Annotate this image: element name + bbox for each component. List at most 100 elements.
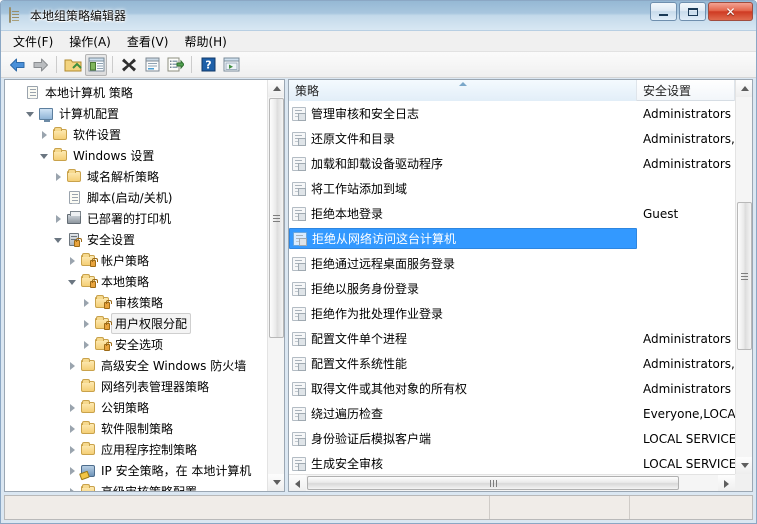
security-setting-cell: Administrators [643,381,732,396]
tree-item[interactable]: 本地策略 [5,271,267,292]
column-header-setting[interactable]: 安全设置 [637,80,735,101]
list-scroll-up-button[interactable] [736,80,752,97]
tree-item[interactable]: 审核策略 [5,292,267,313]
tree-item[interactable]: 域名解析策略 [5,166,267,187]
policy-row[interactable]: 生成安全审核 LOCAL SERVICE [289,451,735,474]
tree-item[interactable]: Windows 设置 [5,145,267,166]
tree-item[interactable]: 已部署的打印机 [5,208,267,229]
policy-list[interactable]: 管理审核和安全日志 Administrators 还原文件和目录 Administra… [289,101,735,474]
policy-row[interactable]: 管理审核和安全日志 Administrators [289,101,735,126]
list-vertical-scrollbar[interactable] [735,80,752,474]
tree-item[interactable]: 公钥策略 [5,397,267,418]
policy-row[interactable]: 身份验证后模拟客户端 LOCAL SERVICE [289,426,735,451]
collapse-arrow-icon[interactable] [23,110,37,117]
tree-item[interactable]: 高级审核策略配置 [5,481,267,491]
properties-button[interactable] [141,54,163,76]
list-scroll-thumb[interactable] [737,202,752,350]
status-second-pane [490,496,630,519]
export-list-button[interactable] [164,54,186,76]
policy-name-label: 拒绝作为批处理作业登录 [311,307,444,321]
expand-arrow-icon[interactable] [79,319,93,328]
policy-row[interactable]: 还原文件和目录 Administrators,B [289,126,735,151]
delete-button[interactable] [118,54,140,76]
tree-item[interactable]: 软件设置 [5,124,267,145]
tree-item[interactable]: 安全设置 [5,229,267,250]
expand-arrow-icon[interactable] [65,487,79,491]
tree-item[interactable]: 计算机配置 [5,103,267,124]
collapse-arrow-icon[interactable] [51,236,65,243]
minimize-button[interactable] [650,2,677,21]
menu-help[interactable]: 帮助(H) [176,31,234,52]
column-header-setting-label: 安全设置 [643,84,692,98]
close-button[interactable]: ✕ [708,2,753,21]
policy-row[interactable]: 拒绝通过远程桌面服务登录 [289,251,735,276]
expand-arrow-icon[interactable] [65,403,79,412]
help-button[interactable]: ? [197,54,219,76]
expand-arrow-icon[interactable] [51,172,65,181]
policy-row[interactable]: 将工作站添加到域 [289,176,735,201]
tree-item[interactable]: 高级安全 Windows 防火墙 [5,355,267,376]
expand-arrow-icon[interactable] [51,214,65,223]
show-hide-tree-button[interactable] [85,53,107,76]
policy-setting-icon [292,131,306,146]
expand-arrow-icon[interactable] [65,256,79,265]
column-header-policy-label: 策略 [295,84,320,98]
tree-item[interactable]: 网络列表管理器策略 [5,376,267,397]
tree-item[interactable]: 软件限制策略 [5,418,267,439]
tree-scroll-down-button[interactable] [268,474,284,491]
tree-item[interactable]: 安全选项 [5,334,267,355]
policy-document-icon [8,6,24,24]
collapse-arrow-icon[interactable] [65,278,79,285]
menu-action[interactable]: 操作(A) [61,31,119,52]
forward-button[interactable] [29,54,51,76]
up-one-level-button[interactable] [62,54,84,76]
policy-row[interactable]: 拒绝从网络访问这台计算机 [289,226,735,251]
policy-name-cell: 配置文件单个进程 [289,328,637,349]
policy-row[interactable]: 拒绝本地登录 Guest [289,201,735,226]
list-horizontal-scrollbar[interactable] [289,474,735,491]
policy-row[interactable]: 加载和卸载设备驱动程序 Administrators [289,151,735,176]
toolbar-separator-2 [112,56,113,73]
policy-row[interactable]: 拒绝作为批处理作业登录 [289,301,735,326]
policy-row[interactable]: 配置文件系统性能 Administrators,N [289,351,735,376]
column-header-policy[interactable]: 策略 [289,80,637,101]
tree-scroll-up-button[interactable] [268,80,284,97]
tree-item[interactable]: 本地计算机 策略 [5,82,267,103]
expand-arrow-icon[interactable] [79,340,93,349]
list-hscroll-thumb[interactable] [307,476,679,490]
tree-vertical-scrollbar[interactable] [267,80,284,491]
tree-item[interactable]: 用户权限分配 [5,313,267,334]
folder-lock-icon [93,337,112,351]
policy-row[interactable]: 配置文件单个进程 Administrators [289,326,735,351]
expand-arrow-icon[interactable] [37,130,51,139]
expand-arrow-icon[interactable] [65,445,79,454]
tree-item-label: 公钥策略 [101,401,150,415]
collapse-arrow-icon[interactable] [37,152,51,159]
policy-row[interactable]: 取得文件或其他对象的所有权 Administrators [289,376,735,401]
list-scroll-left-button[interactable] [289,475,306,491]
maximize-button[interactable] [679,2,706,21]
title-bar[interactable]: 本地组策略编辑器 ✕ [1,1,756,31]
policy-row[interactable]: 绕过遍历检查 Everyone,LOCAL [289,401,735,426]
console-tree[interactable]: 本地计算机 策略 计算机配置 软件设置 Windows 设置 域名解析策略 脚本(启动/关… [5,80,267,491]
policy-setting-icon [292,281,306,296]
menu-view[interactable]: 查看(V) [119,31,177,52]
expand-arrow-icon[interactable] [65,361,79,370]
tree-scroll-thumb[interactable] [269,98,284,338]
tree-item[interactable]: 脚本(启动/关机) [5,187,267,208]
tree-item[interactable]: IP 安全策略，在 本地计算机 [5,460,267,481]
expand-arrow-icon[interactable] [65,424,79,433]
tree-item[interactable]: 应用程序控制策略 [5,439,267,460]
new-window-button[interactable] [220,54,242,76]
list-scroll-down-button[interactable] [736,457,752,474]
expand-arrow-icon[interactable] [65,466,79,475]
tree-item-label: 帐户策略 [101,254,150,268]
folder-icon [79,442,97,455]
expand-arrow-icon[interactable] [79,298,93,307]
policy-setting-icon [292,431,306,446]
back-button[interactable] [6,54,28,76]
tree-item[interactable]: 帐户策略 [5,250,267,271]
menu-file[interactable]: 文件(F) [5,31,61,52]
policy-row[interactable]: 拒绝以服务身份登录 [289,276,735,301]
list-scroll-right-button[interactable] [718,475,735,491]
